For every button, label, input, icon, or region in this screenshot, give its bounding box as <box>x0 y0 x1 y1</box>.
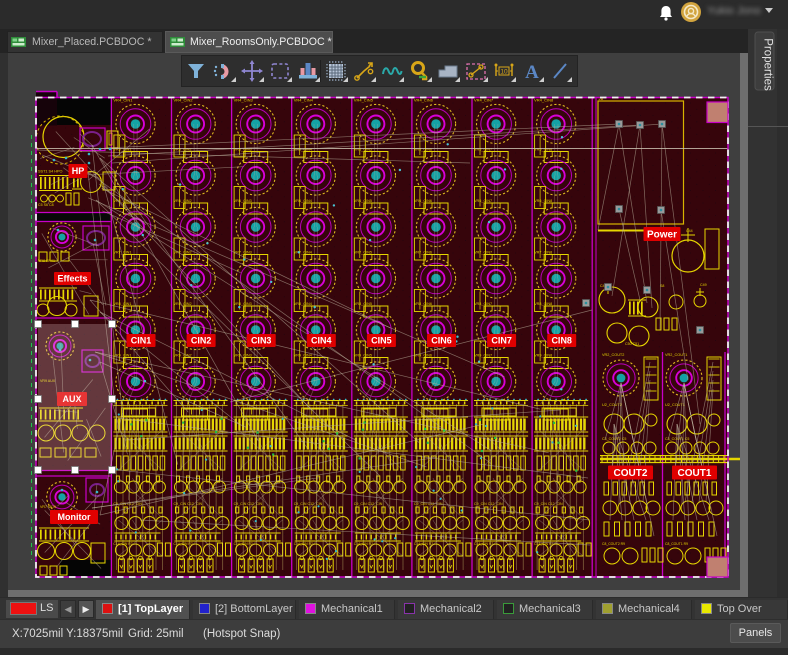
svg-text:C9_CIN C12_CIN: C9_CIN C12_CIN <box>534 502 563 506</box>
svg-text:VR8_CIN3: VR8_CIN3 <box>234 302 252 306</box>
svg-text:SST1 S4 HPO: SST1 S4 HPO <box>38 170 63 174</box>
svg-text:VR8_CIN6: VR8_CIN6 <box>414 302 432 306</box>
svg-text:COUT2: COUT2 <box>614 468 648 479</box>
svg-text:VR7_CIN3: VR7_CIN3 <box>234 251 252 255</box>
svg-text:VR8_CIN8: VR8_CIN8 <box>534 302 552 306</box>
svg-text:VR2_COUT2: VR2_COUT2 <box>602 353 624 357</box>
svg-text:VR9_CIN5: VR9_CIN5 <box>354 354 372 358</box>
svg-text:C49: C49 <box>700 283 707 287</box>
svg-text:VR6_CIN8: VR6_CIN8 <box>534 199 552 203</box>
svg-text:VR8_CIN5: VR8_CIN5 <box>354 302 372 306</box>
svg-text:C44: C44 <box>686 229 693 233</box>
svg-text:COUT1: COUT1 <box>678 468 712 479</box>
svg-text:CIN3: CIN3 <box>251 336 272 346</box>
svg-text:VR8_CIN4: VR8_CIN4 <box>294 302 312 306</box>
svg-text:CIN5: CIN5 <box>371 336 392 346</box>
svg-text:CIN8: CIN8 <box>551 336 572 346</box>
svg-text:VR8 EFX1: VR8 EFX1 <box>38 259 55 263</box>
svg-text:VR6_CIN3: VR6_CIN3 <box>234 199 252 203</box>
svg-text:CIN1: CIN1 <box>131 336 152 346</box>
svg-text:VR6_CIN7: VR6_CIN7 <box>474 199 492 203</box>
svg-text:CIN6: CIN6 <box>431 336 452 346</box>
svg-text:C8_COUT2 R9: C8_COUT2 R9 <box>602 542 625 546</box>
svg-text:C50 C51: C50 C51 <box>625 342 639 346</box>
svg-text:HP: HP <box>72 166 85 176</box>
svg-text:VR9_CIN3: VR9_CIN3 <box>234 354 252 358</box>
svg-text:VR9_CIN4: VR9_CIN4 <box>294 354 312 358</box>
svg-text:VR8_CIN1: VR8_CIN1 <box>113 302 131 306</box>
svg-text:Effects: Effects <box>57 274 87 284</box>
svg-text:VR7_CIN6: VR7_CIN6 <box>414 251 432 255</box>
svg-text:VR6_CIN4: VR6_CIN4 <box>294 199 312 203</box>
svg-text:Properties: Properties <box>762 38 774 91</box>
svg-text:VR9_CIN6: VR9_CIN6 <box>414 354 432 358</box>
svg-text:C5 S6 C8: C5 S6 C8 <box>38 203 54 207</box>
svg-text:VR9_CIN8: VR9_CIN8 <box>534 354 552 358</box>
svg-text:C9_CIN C12_CIN: C9_CIN C12_CIN <box>474 502 503 506</box>
svg-text:A: A <box>525 62 539 83</box>
svg-text:Monitor: Monitor <box>58 512 91 522</box>
svg-text:VR9_CIN7: VR9_CIN7 <box>474 354 492 358</box>
svg-text:CIN4: CIN4 <box>311 336 332 346</box>
svg-text:CIN2: CIN2 <box>191 336 212 346</box>
svg-text:C9_CIN C12_CIN: C9_CIN C12_CIN <box>354 502 383 506</box>
svg-text:C9_CIN C12_CIN: C9_CIN C12_CIN <box>234 502 263 506</box>
svg-text:CIN7: CIN7 <box>491 336 512 346</box>
svg-text:VR7_CIN5: VR7_CIN5 <box>354 251 372 255</box>
svg-text:VR8_CIN7: VR8_CIN7 <box>474 302 492 306</box>
svg-text:Power: Power <box>647 230 677 241</box>
svg-text:VR6_CIN2: VR6_CIN2 <box>174 199 192 203</box>
svg-text:10: 10 <box>500 69 508 76</box>
svg-text:VR7_CIN1: VR7_CIN1 <box>113 251 131 255</box>
svg-text:C9_CIN C12_CIN: C9_CIN C12_CIN <box>174 502 203 506</box>
svg-text:VR7_CIN8: VR7_CIN8 <box>534 251 552 255</box>
svg-text:VR8_CIN2: VR8_CIN2 <box>174 302 192 306</box>
svg-text:VR7_CIN7: VR7_CIN7 <box>474 251 492 255</box>
svg-text:C8_COUT1 R9: C8_COUT1 R9 <box>665 542 688 546</box>
svg-text:VR6_CIN6: VR6_CIN6 <box>414 199 432 203</box>
svg-text:VR6_CIN5: VR6_CIN5 <box>354 199 372 203</box>
svg-text:VR7_CIN4: VR7_CIN4 <box>294 251 312 255</box>
